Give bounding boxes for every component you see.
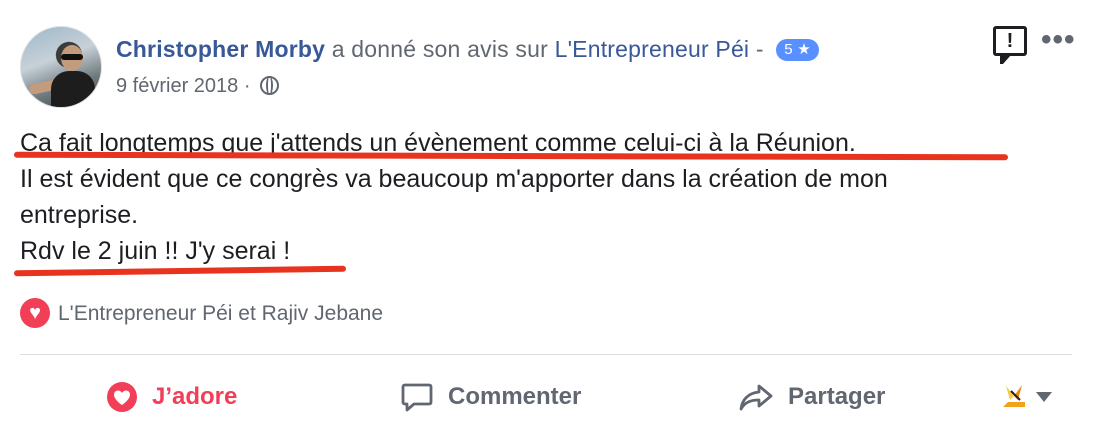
divider <box>20 354 1072 355</box>
post-header: Christopher Morby a donné son avis sur L… <box>116 33 819 65</box>
post-meta: 9 février 2018 · <box>116 71 280 101</box>
page-name-link[interactable]: L'Entrepreneur Péi <box>555 36 750 62</box>
love-button[interactable]: J’adore <box>106 376 237 418</box>
love-label: J’adore <box>152 383 238 410</box>
reactions-names: L'Entrepreneur Péi et Rajiv Jebane <box>58 302 384 325</box>
sticker-icon[interactable] <box>1000 382 1028 410</box>
post-text-line: entreprise. <box>20 201 139 229</box>
comment-label: Commenter <box>448 383 582 410</box>
heart-icon <box>107 382 137 412</box>
comment-icon <box>401 383 433 412</box>
chevron-down-icon[interactable] <box>1036 392 1052 402</box>
share-button[interactable]: Partager <box>738 376 885 418</box>
meta-separator: · <box>238 75 257 97</box>
report-icon[interactable]: ! <box>993 26 1027 64</box>
globe-icon[interactable] <box>260 76 280 95</box>
share-label: Partager <box>788 383 886 410</box>
header-separator: - <box>749 36 771 62</box>
reactions-summary[interactable]: L'Entrepreneur Péi et Rajiv Jebane <box>20 298 383 329</box>
love-reaction-icon <box>20 298 50 328</box>
post-date-link[interactable]: 9 février 2018 <box>116 75 238 97</box>
rating-badge[interactable]: 5 ★ <box>776 39 819 61</box>
post-body: Ca fait longtemps que j'attends un évène… <box>20 125 1070 269</box>
review-post-card: Christopher Morby a donné son avis sur L… <box>0 0 1094 442</box>
review-action-text: a donné son avis sur <box>325 36 555 62</box>
comment-button[interactable]: Commenter <box>400 376 581 418</box>
author-avatar[interactable] <box>20 26 102 108</box>
avatar-glasses <box>61 54 83 60</box>
more-icon[interactable]: ••• <box>1041 25 1076 55</box>
avatar-body <box>51 71 95 107</box>
share-arrow-icon <box>739 384 773 411</box>
author-name-link[interactable]: Christopher Morby <box>116 36 325 62</box>
post-text-line: Rdv le 2 juin !! J'y serai ! <box>20 237 291 265</box>
post-text-line: Il est évident que ce congrès va beaucou… <box>20 165 888 193</box>
